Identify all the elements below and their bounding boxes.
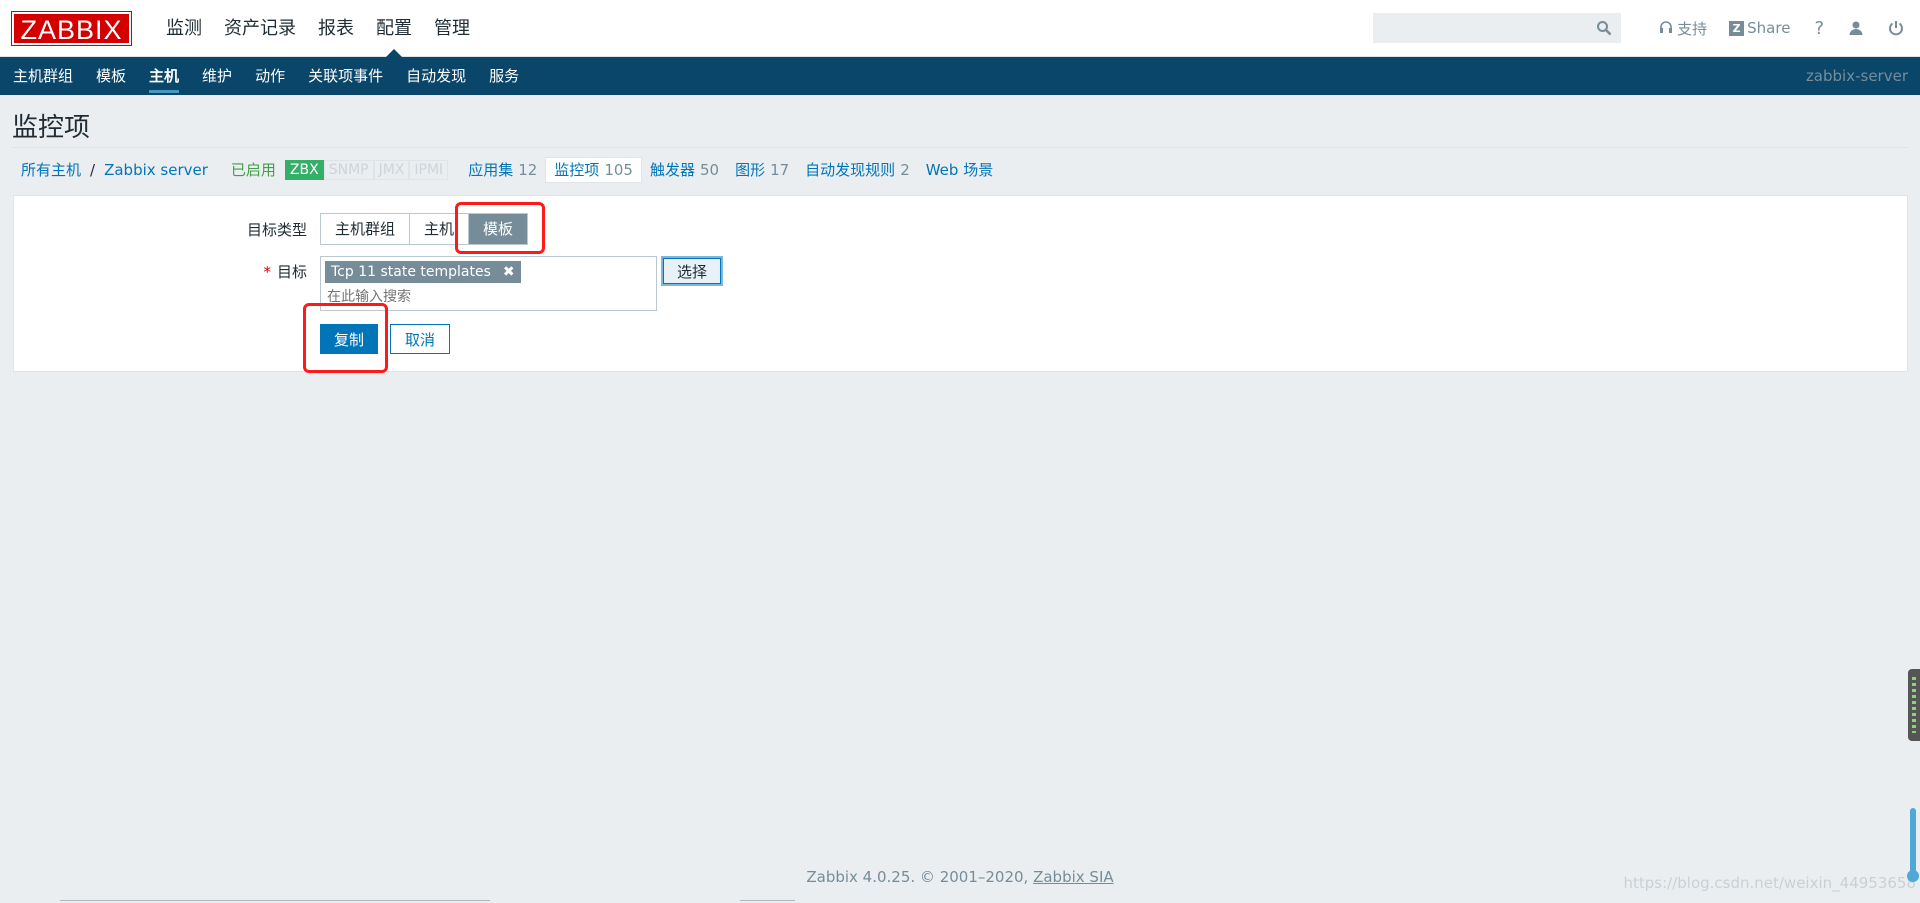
zabbix-logo[interactable]: ZABBIX — [11, 10, 132, 46]
subnav-item-services[interactable]: 服务 — [479, 57, 529, 95]
target-type-hosts[interactable]: 主机 — [410, 214, 470, 244]
badge-ipmi: IPMI — [409, 159, 449, 180]
share-icon: Z — [1729, 20, 1745, 36]
server-name: zabbix-server — [1805, 67, 1908, 85]
cancel-button[interactable]: 取消 — [390, 324, 451, 354]
tab-count: 50 — [699, 160, 720, 179]
tab-discovery-rules[interactable]: 自动发现规则 2 — [797, 157, 918, 183]
tab-label: 触发器 — [649, 161, 695, 179]
main-menu: 监测 资产记录 报表 配置 管理 — [155, 0, 481, 57]
target-type-segmented: 主机群组 主机 模板 — [320, 213, 529, 245]
support-label: 支持 — [1677, 19, 1708, 38]
menu-item-inventory[interactable]: 资产记录 — [213, 0, 307, 57]
target-label-text: 目标 — [276, 263, 307, 281]
target-type-host-groups[interactable]: 主机群组 — [321, 214, 411, 244]
title-divider — [12, 147, 1908, 148]
sub-nav: 主机群组 模板 主机 维护 动作 关联项事件 自动发现 服务 zabbix-se… — [0, 57, 1920, 95]
sign-out-icon[interactable] — [1888, 20, 1904, 36]
target-row: Tcp 11 state templates ✖ 选择 — [320, 256, 724, 311]
search-input[interactable] — [1374, 14, 1621, 42]
breadcrumb: 所有主机 / Zabbix server 已启用 ZBX SNMP JMX IP… — [12, 153, 1920, 186]
subnav-item-host-groups[interactable]: 主机群组 — [3, 57, 83, 95]
copy-form-panel: 目标类型 主机群组 主机 模板 * 目标 Tcp 11 state templat… — [13, 195, 1908, 372]
tab-label: Web 场景 — [925, 161, 994, 179]
page-title: 监控项 — [12, 113, 91, 143]
target-multiselect[interactable]: Tcp 11 state templates ✖ — [320, 256, 657, 311]
target-type-templates[interactable]: 模板 — [469, 214, 528, 244]
top-header: ZABBIX 监测 资产记录 报表 配置 管理 支持 Z Share ? — [0, 0, 1920, 57]
tab-count: 12 — [518, 160, 538, 179]
tab-items[interactable]: 监控项 105 — [545, 156, 642, 183]
subnav-item-actions[interactable]: 动作 — [245, 57, 295, 95]
headset-icon — [1660, 21, 1673, 33]
share-link[interactable]: Z Share — [1729, 19, 1790, 37]
menu-item-configuration[interactable]: 配置 — [365, 0, 423, 57]
tab-count: 105 — [604, 160, 633, 179]
form-buttons: 复制 取消 — [320, 324, 451, 354]
help-icon[interactable]: ? — [1814, 18, 1824, 39]
menu-item-reports[interactable]: 报表 — [307, 0, 365, 57]
footer-link[interactable]: Zabbix SIA — [1033, 868, 1114, 886]
bottom-scroll-line — [60, 900, 490, 901]
tab-label: 应用集 — [468, 161, 514, 179]
user-profile-icon[interactable] — [1848, 20, 1864, 36]
remove-tag-icon[interactable]: ✖ — [503, 264, 515, 280]
target-type-label: 目标类型 — [246, 221, 307, 239]
host-status-enabled[interactable]: 已启用 — [217, 159, 285, 180]
search-icon[interactable] — [1596, 20, 1612, 40]
badge-zbx: ZBX — [284, 159, 324, 180]
selected-target-tag: Tcp 11 state templates ✖ — [325, 261, 521, 283]
subnav-item-maintenance[interactable]: 维护 — [192, 57, 242, 95]
tab-count: 17 — [770, 160, 790, 179]
thermometer-widget — [1907, 808, 1919, 882]
target-type-row: 主机群组 主机 模板 — [320, 213, 529, 245]
tab-web-scenarios[interactable]: Web 场景 — [918, 157, 1001, 183]
tab-label: 监控项 — [554, 161, 600, 179]
tab-graphs[interactable]: 图形 17 — [727, 157, 797, 183]
support-link[interactable]: 支持 — [1659, 18, 1707, 39]
side-meter-widget — [1908, 669, 1920, 741]
share-label: Share — [1747, 19, 1791, 37]
target-label: * 目标 — [207, 261, 307, 282]
footer-text: Zabbix 4.0.25. © 2001–2020, — [806, 868, 1034, 886]
tab-label: 图形 — [735, 161, 766, 179]
tab-count: 2 — [900, 160, 910, 179]
badge-snmp: SNMP — [323, 159, 374, 180]
watermark: https://blog.csdn.net/weixin_44953658 — [1623, 874, 1916, 892]
copy-button[interactable]: 复制 — [320, 324, 379, 354]
required-mark: * — [263, 263, 271, 281]
tab-applications[interactable]: 应用集 12 — [460, 157, 545, 183]
breadcrumb-all-hosts[interactable]: 所有主机 — [12, 159, 90, 180]
menu-item-administration[interactable]: 管理 — [423, 0, 481, 57]
header-right: 支持 Z Share ? — [1373, 13, 1904, 43]
badge-jmx: JMX — [373, 159, 410, 180]
bottom-scroll-line — [740, 900, 795, 901]
breadcrumb-host[interactable]: Zabbix server — [95, 161, 217, 179]
selected-target-name: Tcp 11 state templates — [331, 264, 491, 280]
availability-badges: ZBX SNMP JMX IPMI — [284, 159, 449, 180]
target-search-input[interactable] — [327, 288, 627, 304]
tab-triggers[interactable]: 触发器 50 — [642, 157, 727, 183]
subnav-item-hosts[interactable]: 主机 — [139, 57, 189, 95]
subnav-item-discovery[interactable]: 自动发现 — [396, 57, 476, 95]
menu-item-monitoring[interactable]: 监测 — [155, 0, 213, 57]
select-button[interactable]: 选择 — [661, 256, 724, 286]
subnav-item-event-correlation[interactable]: 关联项事件 — [298, 57, 393, 95]
subnav-item-templates[interactable]: 模板 — [86, 57, 136, 95]
search-box — [1373, 13, 1622, 43]
tab-label: 自动发现规则 — [805, 161, 896, 179]
